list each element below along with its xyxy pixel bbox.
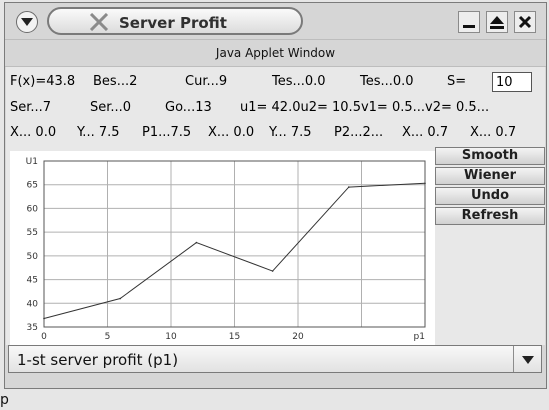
p1-value: P1...7.5 [142,125,192,140]
y2-value: Y... 7.5 [269,125,312,140]
chevron-down-icon [522,356,534,364]
minimize-icon [463,25,475,28]
x2-value: X... 0.0 [208,125,255,140]
x-tick-label: 5 [105,332,111,342]
undo-button[interactable]: Undo [435,187,545,205]
x3-value: X... 0.7 [402,125,449,140]
data-point [348,186,350,188]
y1-value: Y... 7.5 [77,125,120,140]
window-title: Server Profit [119,14,227,32]
applet-content: F(x)=43.8 Bes...2 Cur...9 Tes...0.0 Tes.… [6,67,545,348]
x1-value: X... 0.0 [10,125,57,140]
goal-value: Go...13 [165,100,212,115]
y-tick-label: 55 [27,228,38,238]
chart-area[interactable]: 35 40 45 50 55 60 65 U1 0 5 10 15 20 p1 [10,151,435,348]
series-select[interactable]: 1-st server profit (p1) [8,345,542,373]
current-value: Cur...9 [185,74,228,89]
y-tick-label: 50 [27,252,39,262]
x-tick-label: 10 [165,332,177,342]
y-tick-label: U1 [26,157,38,167]
data-point [195,241,198,244]
wiener-button[interactable]: Wiener [435,167,545,185]
data-point [43,317,45,320]
minimize-button[interactable] [458,11,480,33]
s-label: S= [447,74,467,89]
title-pill: Server Profit [47,7,303,35]
best-value: Bes...2 [93,74,138,89]
test2-value: Tes...0.0 [360,74,414,89]
series-select-value: 1-st server profit (p1) [17,351,179,369]
x-tick-label: 0 [41,332,47,342]
data-point [119,297,121,300]
test1-value: Tes...0.0 [272,74,326,89]
y-tick-label: 60 [27,204,39,214]
server2-value: Ser...0 [90,100,132,115]
fx-value: F(x)=43.8 [10,74,76,89]
maximize-icon [490,16,504,29]
smooth-button[interactable]: Smooth [435,147,545,165]
applet-window: Server Profit Java Applet Window F(x)=43… [4,2,547,389]
applet-warning-label: Java Applet Window [5,39,546,67]
y-tick-label: 40 [27,299,39,309]
x4-value: X... 0.7 [470,125,517,140]
profit-chart[interactable]: 35 40 45 50 55 60 65 U1 0 5 10 15 20 p1 [10,151,435,348]
window-menu-button[interactable] [16,11,38,33]
y-tick-label: 65 [27,181,38,191]
y-tick-label: 35 [27,323,38,333]
x-tick-label: p1 [414,332,425,342]
footer-text: p [0,392,9,408]
x-logo-icon [89,13,109,31]
x-tick-label: 15 [229,332,240,342]
close-button[interactable] [514,11,536,33]
maximize-button[interactable] [486,11,508,33]
refresh-button[interactable]: Refresh [435,207,545,225]
close-icon [518,15,532,29]
server1-value: Ser...7 [10,100,52,115]
uv-values: u1= 42.0u2= 10.5v1= 0.5...v2= 0.5... [240,100,490,115]
s-input[interactable] [492,72,532,92]
x-tick-label: 20 [292,332,304,342]
p2-value: P2...2... [334,125,384,140]
series-select-arrow[interactable] [513,346,541,372]
y-tick-label: 45 [27,276,38,286]
title-bar[interactable]: Server Profit [5,3,546,37]
data-point [424,182,426,185]
chevron-down-icon [21,18,33,26]
data-point [271,270,274,272]
